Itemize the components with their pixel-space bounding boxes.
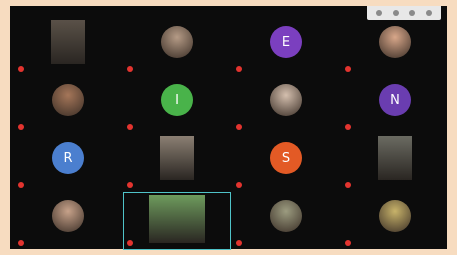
participant-nameplate bbox=[236, 240, 245, 246]
avatar-photo bbox=[379, 26, 411, 58]
participant-tile[interactable] bbox=[123, 134, 231, 192]
participant-tile[interactable] bbox=[123, 192, 231, 250]
participant-nameplate bbox=[345, 240, 354, 246]
participant-tile[interactable]: E bbox=[232, 18, 340, 76]
mic-muted-icon bbox=[345, 240, 351, 246]
avatar-letter: E bbox=[270, 26, 302, 58]
participant-tile[interactable] bbox=[123, 18, 231, 76]
mic-muted-icon bbox=[236, 66, 242, 72]
avatar-letter: R bbox=[52, 142, 84, 174]
participant-tile[interactable] bbox=[14, 192, 122, 250]
avatar-photo bbox=[270, 200, 302, 232]
video-feed bbox=[160, 136, 194, 180]
mic-muted-icon bbox=[236, 182, 242, 188]
avatar-photo bbox=[52, 200, 84, 232]
grid-icon[interactable] bbox=[376, 10, 383, 16]
participant-nameplate bbox=[127, 240, 136, 246]
mic-muted-icon bbox=[18, 124, 24, 130]
mic-muted-icon bbox=[18, 240, 24, 246]
avatar-letter: N bbox=[379, 84, 411, 116]
participant-nameplate bbox=[127, 182, 136, 188]
participant-nameplate bbox=[18, 182, 27, 188]
participant-tile[interactable]: R bbox=[14, 134, 122, 192]
mic-muted-icon bbox=[345, 124, 351, 130]
video-feed bbox=[149, 195, 205, 243]
mic-muted-icon bbox=[18, 182, 24, 188]
mic-muted-icon bbox=[127, 240, 133, 246]
participant-tile[interactable] bbox=[341, 192, 449, 250]
participant-tile[interactable]: I bbox=[123, 76, 231, 134]
video-feed bbox=[378, 136, 412, 180]
avatar-photo bbox=[270, 84, 302, 116]
participant-tile[interactable]: S bbox=[232, 134, 340, 192]
avatar-photo bbox=[161, 26, 193, 58]
participant-tile[interactable] bbox=[232, 76, 340, 134]
mic-muted-icon bbox=[127, 182, 133, 188]
participant-nameplate bbox=[18, 66, 27, 72]
mic-muted-icon bbox=[18, 66, 24, 72]
participant-nameplate bbox=[18, 124, 27, 130]
participant-tile[interactable] bbox=[232, 192, 340, 250]
video-feed bbox=[51, 20, 85, 64]
avatar-letter: I bbox=[161, 84, 193, 116]
participant-tile[interactable] bbox=[341, 134, 449, 192]
participant-nameplate bbox=[345, 182, 354, 188]
participant-nameplate bbox=[18, 240, 27, 246]
mic-muted-icon bbox=[127, 66, 133, 72]
meeting-gallery: E I N R S bbox=[10, 6, 449, 250]
participant-nameplate bbox=[345, 124, 354, 130]
mic-muted-icon bbox=[236, 124, 242, 130]
mic-muted-icon bbox=[236, 240, 242, 246]
participant-tile[interactable]: N bbox=[341, 76, 449, 134]
more-icon[interactable] bbox=[409, 10, 416, 16]
expand-icon[interactable] bbox=[425, 10, 432, 16]
mic-muted-icon bbox=[345, 182, 351, 188]
mic-muted-icon bbox=[127, 124, 133, 130]
participant-nameplate bbox=[236, 182, 245, 188]
avatar-letter: S bbox=[270, 142, 302, 174]
participant-tile[interactable] bbox=[341, 18, 449, 76]
mic-muted-icon bbox=[345, 66, 351, 72]
avatar-photo bbox=[379, 200, 411, 232]
participant-nameplate bbox=[127, 124, 136, 130]
participant-tile[interactable] bbox=[14, 76, 122, 134]
avatar-photo bbox=[52, 84, 84, 116]
participant-nameplate bbox=[345, 66, 354, 72]
participant-tile[interactable] bbox=[14, 18, 122, 76]
participant-nameplate bbox=[236, 66, 245, 72]
participant-nameplate bbox=[236, 124, 245, 130]
participant-nameplate bbox=[127, 66, 136, 72]
settings-icon[interactable] bbox=[392, 10, 399, 16]
